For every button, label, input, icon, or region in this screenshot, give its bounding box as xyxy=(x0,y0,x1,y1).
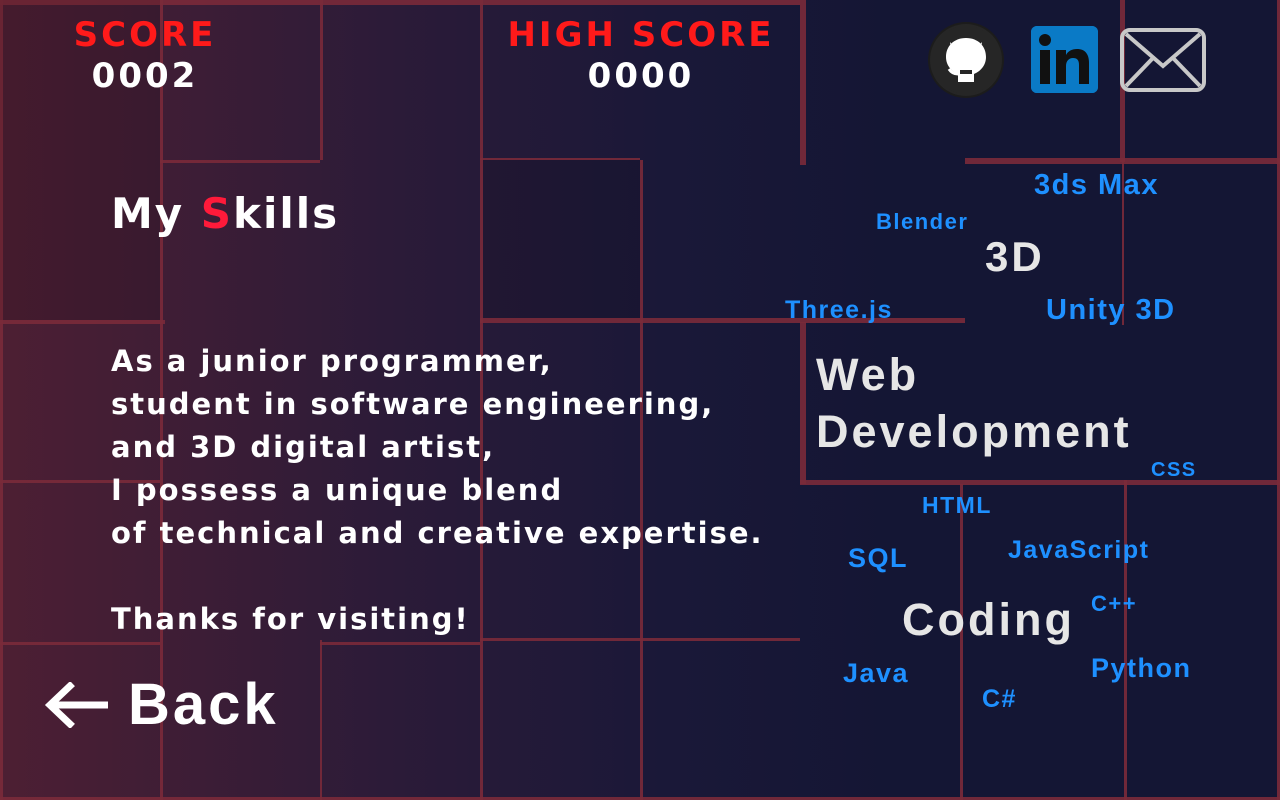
grid-line xyxy=(800,322,806,484)
high-score-value: 0000 xyxy=(587,56,695,96)
github-icon[interactable] xyxy=(930,24,1002,96)
score-display: SCORE 0002 xyxy=(70,16,220,98)
skill-cpp: C++ xyxy=(1091,591,1138,616)
title-part: My xyxy=(111,189,201,238)
category-web: Web xyxy=(816,349,920,400)
title-part: kills xyxy=(233,189,340,238)
skill-csharp: C# xyxy=(982,685,1017,713)
about-line: and 3D digital artist, xyxy=(111,430,496,464)
game-screen: SCORE 0002 HIGH SCORE 0000 My Skills As … xyxy=(0,0,1280,800)
about-line: As a junior programmer, xyxy=(111,344,553,378)
linkedin-logo-icon xyxy=(1031,26,1098,93)
skill-3ds-max: 3ds Max xyxy=(1034,169,1159,201)
thanks-message: Thanks for visiting! xyxy=(111,602,470,636)
category-coding: Coding xyxy=(902,594,1075,645)
skill-python: Python xyxy=(1091,653,1192,683)
about-paragraph: As a junior programmer, student in softw… xyxy=(111,340,764,555)
grid-line xyxy=(800,0,806,165)
linkedin-icon[interactable] xyxy=(1031,26,1098,93)
skill-unity-3d: Unity 3D xyxy=(1046,294,1176,326)
back-button[interactable]: Back xyxy=(44,668,279,742)
envelope-icon xyxy=(1120,28,1206,92)
grid-line xyxy=(800,480,1280,485)
skill-html: HTML xyxy=(922,492,992,518)
high-score-label: HIGH SCORE xyxy=(507,15,775,55)
grid-line xyxy=(320,642,480,645)
back-label: Back xyxy=(128,672,279,737)
mail-icon[interactable] xyxy=(1120,28,1206,92)
score-label: SCORE xyxy=(73,15,217,55)
grid-line xyxy=(0,642,160,645)
grid-line xyxy=(480,638,800,641)
github-logo-icon xyxy=(932,26,1000,94)
high-score-display: HIGH SCORE 0000 xyxy=(505,16,777,98)
skill-css: CSS xyxy=(1151,459,1197,481)
category-development: Development xyxy=(816,406,1132,457)
grid-line xyxy=(965,158,1280,164)
category-3d: 3D xyxy=(985,233,1045,280)
title-accent-letter: S xyxy=(200,189,234,238)
skill-javascript: JavaScript xyxy=(1008,536,1150,564)
about-line: student in software engineering, xyxy=(111,387,715,421)
grid-line xyxy=(320,640,322,800)
about-line: of technical and creative expertise. xyxy=(111,516,764,550)
page-title: My Skills xyxy=(111,186,339,242)
skill-threejs: Three.js xyxy=(785,296,893,324)
skill-java: Java xyxy=(843,658,910,688)
tile-shade xyxy=(483,160,640,318)
grid-line xyxy=(320,0,323,160)
grid-line xyxy=(160,160,320,163)
about-line: I possess a unique blend xyxy=(111,473,564,507)
arrow-left-icon xyxy=(44,682,108,728)
score-value: 0002 xyxy=(91,56,199,96)
grid-line xyxy=(0,320,165,324)
skill-sql: SQL xyxy=(848,543,909,573)
skill-blender: Blender xyxy=(876,209,969,234)
grid-line xyxy=(1124,480,1127,800)
